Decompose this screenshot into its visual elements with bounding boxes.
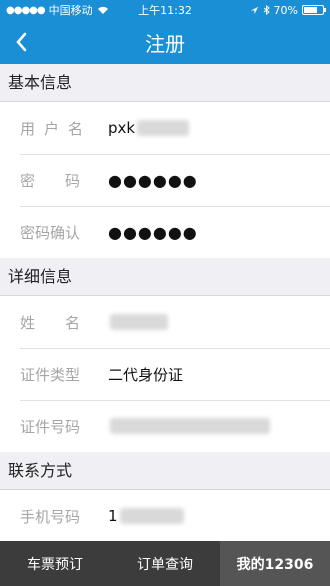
tab-order-query[interactable]: 订单查询 bbox=[110, 541, 220, 586]
status-right: 70% bbox=[204, 3, 326, 17]
name-label: 姓名 bbox=[20, 313, 111, 332]
form-content: 基本信息 用户名 pxk 密码 ●●●●●● 密码确认 ●●●●●● 详细信息 … bbox=[0, 64, 330, 541]
wifi-icon bbox=[97, 6, 108, 14]
name-field[interactable] bbox=[108, 314, 168, 330]
phone-value: 1 bbox=[108, 507, 118, 525]
section-header-detail: 详细信息 bbox=[0, 258, 330, 296]
chevron-left-icon bbox=[16, 32, 27, 52]
confirm-password-label: 密码确认 bbox=[20, 223, 81, 242]
redacted-blur bbox=[137, 120, 190, 136]
id-type-row[interactable]: 证件类型 二代身份证 bbox=[0, 348, 330, 400]
tab-my-12306[interactable]: 我的12306 bbox=[220, 541, 330, 586]
id-number-row[interactable]: 证件号码 bbox=[0, 400, 330, 452]
id-type-value[interactable]: 二代身份证 bbox=[108, 364, 183, 385]
phone-field[interactable]: 1 bbox=[108, 507, 184, 525]
phone-row[interactable]: 手机号码 1 bbox=[0, 490, 330, 541]
status-bar: ●●●●● 中国移动 上午11:32 70% bbox=[0, 0, 330, 20]
redacted-blur bbox=[119, 508, 184, 524]
page-title: 注册 bbox=[145, 31, 185, 56]
battery-percent: 70% bbox=[273, 3, 298, 17]
username-value: pxk bbox=[108, 119, 136, 137]
location-icon bbox=[250, 6, 258, 14]
confirm-password-field[interactable]: ●●●●●● bbox=[108, 223, 198, 242]
phone-label: 手机号码 bbox=[20, 507, 81, 526]
bluetooth-icon bbox=[263, 5, 270, 15]
username-label: 用户名 bbox=[20, 119, 93, 138]
id-number-field[interactable] bbox=[108, 418, 270, 434]
status-time: 上午11:32 bbox=[138, 4, 192, 17]
password-row[interactable]: 密码 ●●●●●● bbox=[0, 154, 330, 206]
battery-fill bbox=[304, 7, 317, 13]
back-button[interactable] bbox=[10, 28, 34, 56]
section-header-basic: 基本信息 bbox=[0, 64, 330, 102]
battery-icon bbox=[302, 5, 326, 15]
tab-ticket-booking[interactable]: 车票预订 bbox=[0, 541, 110, 586]
username-field[interactable]: pxk bbox=[108, 119, 190, 137]
status-left: ●●●●● 中国移动 bbox=[6, 2, 126, 18]
id-number-label: 证件号码 bbox=[20, 417, 81, 436]
carrier: 中国移动 bbox=[48, 4, 93, 17]
password-label: 密码 bbox=[20, 171, 111, 190]
password-field[interactable]: ●●●●●● bbox=[108, 171, 198, 190]
tab-bar: 车票预订 订单查询 我的12306 bbox=[0, 541, 330, 586]
nav-bar: 注册 bbox=[0, 20, 330, 64]
redacted-blur bbox=[110, 418, 270, 434]
confirm-password-row[interactable]: 密码确认 ●●●●●● bbox=[0, 206, 330, 258]
redacted-blur bbox=[110, 314, 168, 330]
section-header-contact: 联系方式 bbox=[0, 452, 330, 490]
username-row[interactable]: 用户名 pxk bbox=[0, 102, 330, 154]
id-type-label: 证件类型 bbox=[20, 365, 81, 384]
name-row[interactable]: 姓名 bbox=[0, 296, 330, 348]
signal-icon: ●●●●● bbox=[6, 4, 46, 16]
